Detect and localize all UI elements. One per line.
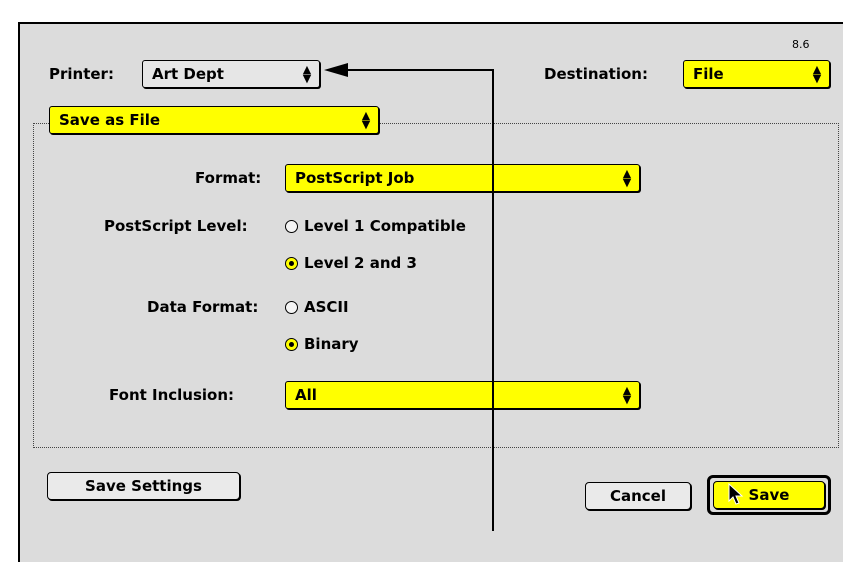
callout-arrow-icon xyxy=(324,63,494,531)
mouse-pointer-icon xyxy=(728,483,744,505)
